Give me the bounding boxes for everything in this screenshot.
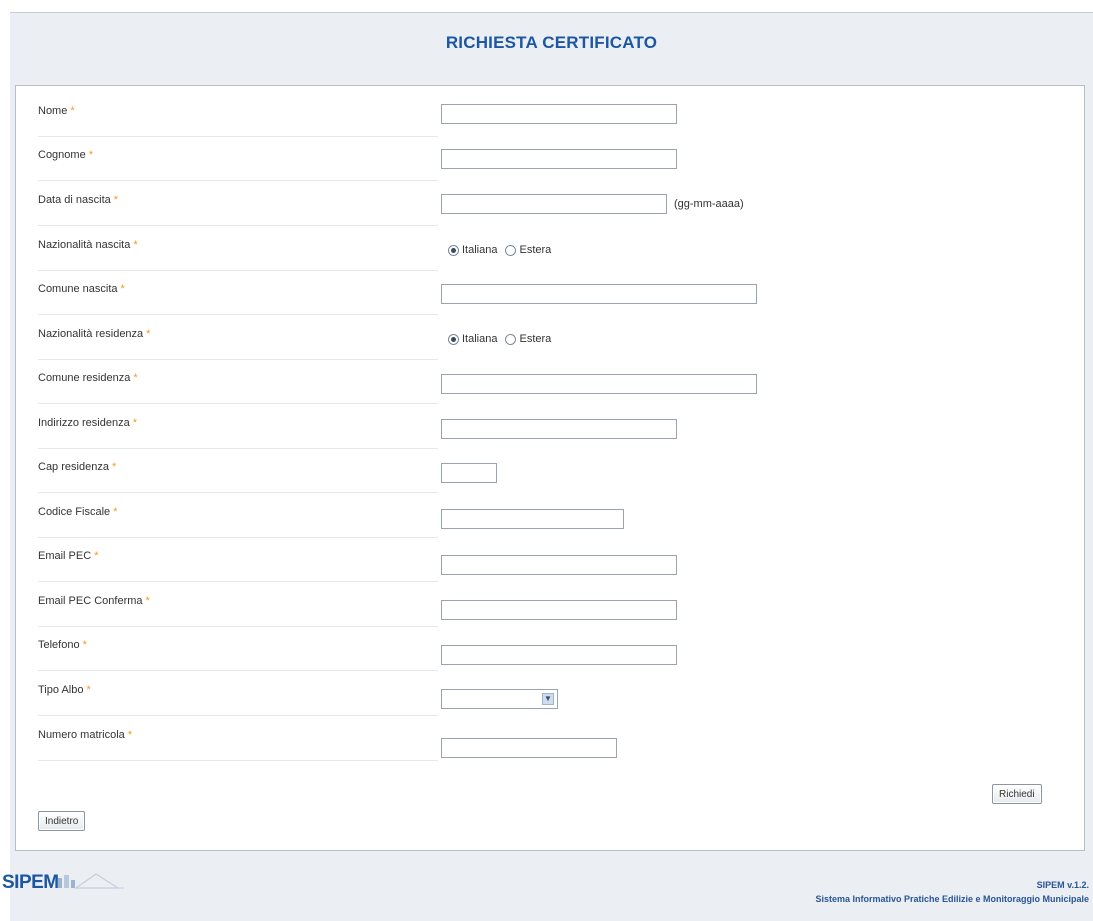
email-pec-input[interactable] [441, 555, 677, 575]
required-marker: * [113, 506, 118, 518]
indietro-button[interactable]: Indietro [38, 811, 86, 831]
indirizzo-residenza-input[interactable] [441, 419, 677, 439]
row-cognome: Cognome * [38, 136, 438, 181]
codice-fiscale-input[interactable] [441, 509, 624, 529]
label-nazionalita-nascita: Nazionalità nascita * [38, 239, 138, 251]
request-form-panel: Nome * Cognome * Data di nascita * (gg-mm-a… [15, 85, 1085, 851]
label-codice-fiscale: Codice Fiscale * [38, 506, 118, 518]
required-marker: * [127, 729, 133, 741]
nazionalita-residenza-radio-group: Italiana Estera [448, 333, 559, 345]
data-nascita-input[interactable] [441, 194, 667, 214]
label-indirizzo-residenza: Indirizzo residenza * [38, 417, 137, 429]
label-comune-nascita: Comune nascita * [38, 283, 125, 295]
footer-description: Sistema Informativo Pratiche Edilizie e … [815, 894, 1089, 904]
row-tipo-albo: Tipo Albo * [38, 671, 438, 716]
row-telefono: Telefono * [38, 626, 438, 671]
required-marker: * [70, 105, 75, 117]
footer-version: SIPEM v.1.2. [1036, 880, 1089, 890]
required-marker: * [111, 461, 117, 473]
radio-residenza-estera[interactable] [505, 333, 517, 345]
row-comune-residenza: Comune residenza * [38, 359, 438, 404]
radio-nascita-estera-label[interactable]: Estera [519, 244, 551, 256]
radio-nascita-italiana-label[interactable]: Italiana [462, 244, 497, 256]
row-cap-residenza: Cap residenza * [38, 448, 438, 493]
radio-nascita-estera[interactable] [505, 244, 517, 256]
label-comune-residenza: Comune residenza * [38, 372, 138, 384]
richiedi-button[interactable]: Richiedi [992, 784, 1042, 804]
label-telefono: Telefono * [38, 639, 87, 651]
row-comune-nascita: Comune nascita * [38, 270, 438, 315]
row-nome: Nome * [38, 92, 438, 137]
date-format-hint: (gg-mm-aaaa) [674, 198, 744, 210]
cognome-input[interactable] [441, 149, 677, 169]
radio-residenza-italiana[interactable] [448, 333, 459, 345]
radio-residenza-estera-label[interactable]: Estera [519, 333, 551, 345]
required-marker: * [133, 372, 138, 384]
row-indirizzo-residenza: Indirizzo residenza * [38, 404, 438, 449]
radio-residenza-italiana-label[interactable]: Italiana [462, 333, 497, 345]
required-marker: * [86, 684, 91, 696]
sipem-logo-graphic-icon [58, 873, 124, 889]
comune-nascita-input[interactable] [441, 284, 757, 304]
row-data-nascita: Data di nascita * [38, 181, 438, 226]
page-background: RICHIESTA CERTIFICATO Nome * Cognome * Dat… [10, 12, 1093, 921]
row-nazionalita-residenza: Nazionalità residenza * [38, 315, 438, 360]
required-marker: * [94, 550, 99, 562]
label-nazionalita-residenza: Nazionalità residenza * [38, 328, 151, 340]
required-marker: * [133, 239, 138, 251]
label-tipo-albo: Tipo Albo * [38, 684, 91, 696]
label-numero-matricola: Numero matricola * [38, 729, 133, 741]
required-marker: * [146, 328, 151, 340]
nome-input[interactable] [441, 104, 677, 124]
required-marker: * [113, 194, 119, 206]
page-title: RICHIESTA CERTIFICATO [445, 33, 658, 52]
label-cognome: Cognome * [38, 149, 93, 161]
radio-nascita-italiana[interactable] [448, 244, 459, 256]
label-email-pec: Email PEC * [38, 550, 99, 562]
label-cap-residenza: Cap residenza * [38, 461, 117, 473]
cap-residenza-input[interactable] [441, 463, 497, 483]
required-marker: * [82, 639, 87, 651]
nazionalita-nascita-radio-group: Italiana Estera [448, 244, 559, 256]
row-email-pec: Email PEC * [38, 537, 438, 582]
tipo-albo-select[interactable]: ▼ [441, 689, 558, 709]
label-email-pec-conferma: Email PEC Conferma * [38, 595, 150, 607]
row-email-pec-conferma: Email PEC Conferma * [38, 582, 438, 627]
numero-matricola-input[interactable] [441, 738, 617, 758]
label-data-nascita: Data di nascita * [38, 194, 119, 206]
row-nazionalita-nascita: Nazionalità nascita * [38, 226, 438, 271]
sipem-logo: SIPEM [2, 872, 59, 893]
required-marker: * [145, 595, 150, 607]
email-pec-conferma-input[interactable] [441, 600, 677, 620]
label-nome: Nome * [38, 105, 75, 117]
chevron-down-icon[interactable]: ▼ [542, 693, 554, 705]
required-marker: * [132, 417, 137, 429]
telefono-input[interactable] [441, 645, 677, 665]
row-numero-matricola: Numero matricola * [38, 716, 438, 761]
required-marker: * [120, 283, 125, 295]
footer-info: SIPEM v.1.2. Sistema Informativo Pratich… [815, 878, 1089, 906]
comune-residenza-input[interactable] [441, 374, 757, 394]
required-marker: * [88, 149, 93, 161]
row-codice-fiscale: Codice Fiscale * [38, 493, 438, 538]
